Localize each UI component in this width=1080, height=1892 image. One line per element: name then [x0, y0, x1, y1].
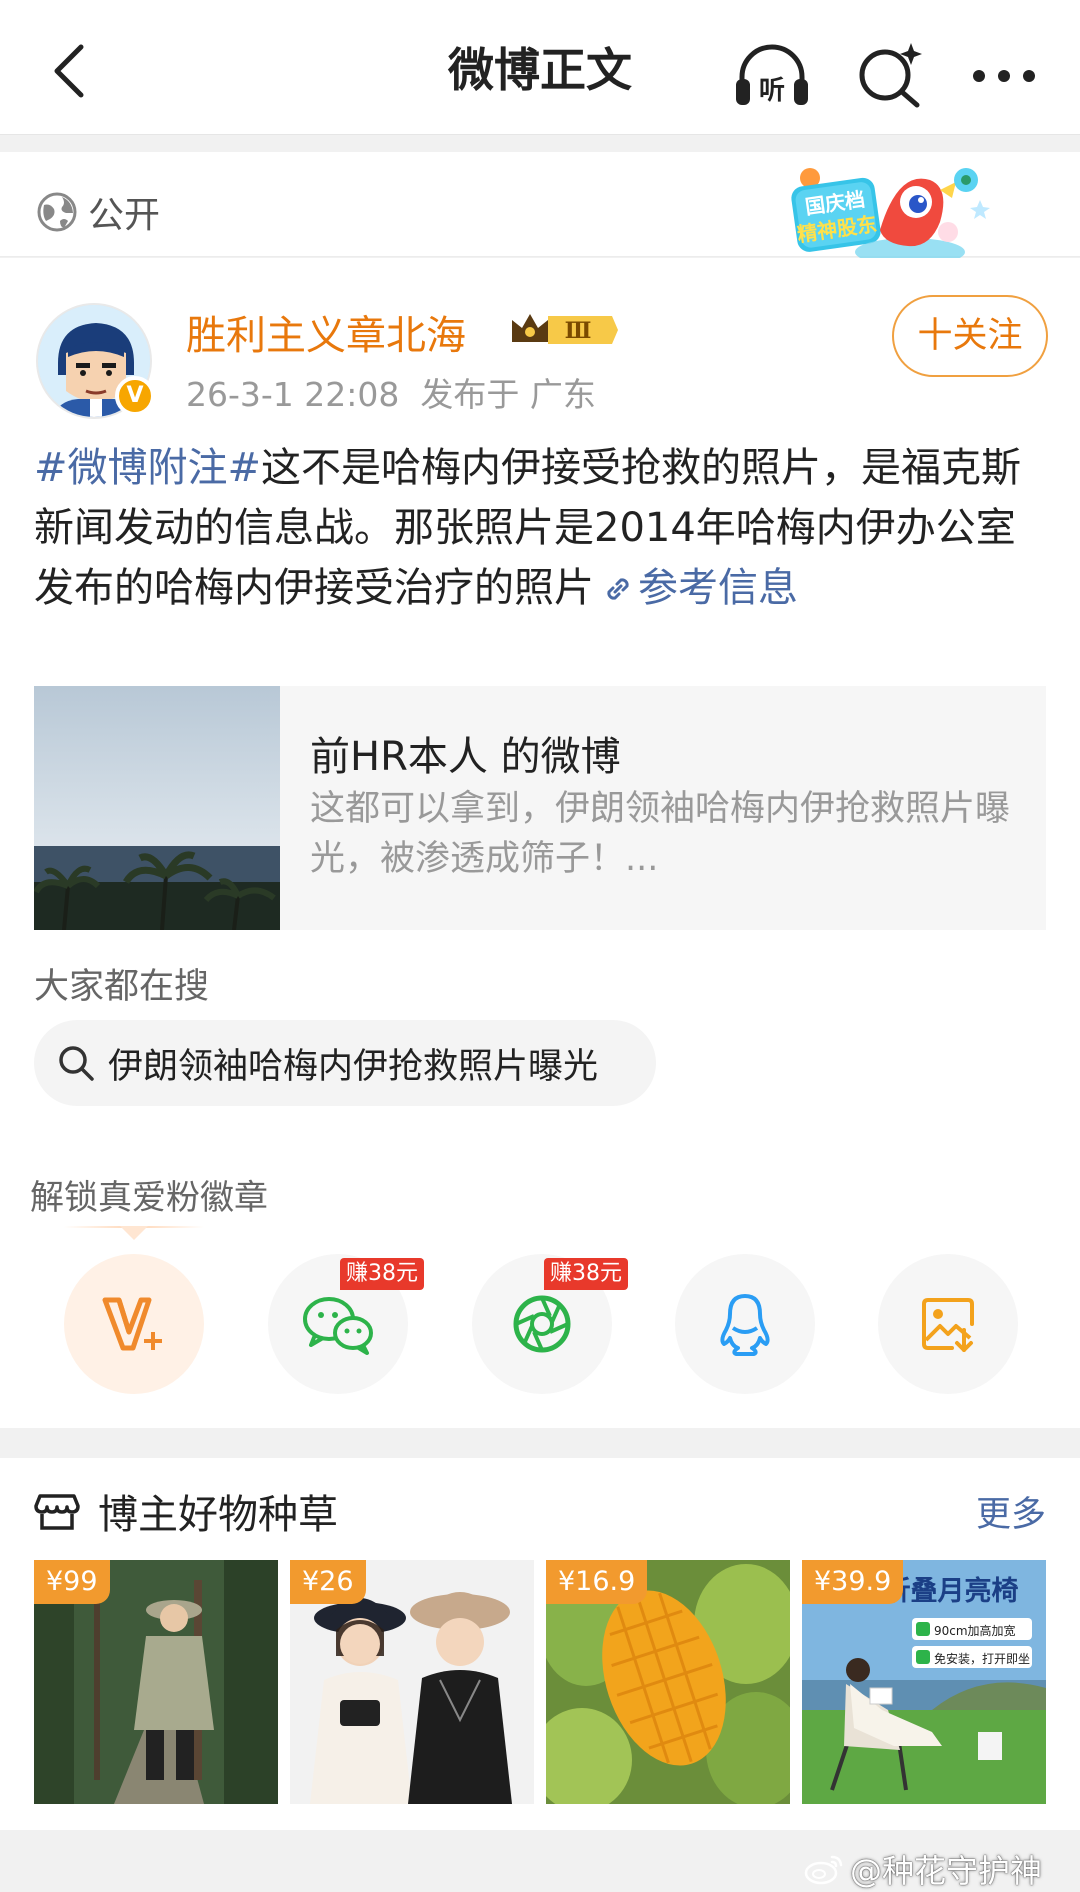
post-location: 发布于 广东	[420, 375, 596, 414]
save-image-icon	[922, 1298, 974, 1352]
share-vplus-button[interactable]	[64, 1254, 204, 1394]
trending-search-heading: 大家都在搜	[34, 967, 210, 1007]
globe-icon	[37, 192, 77, 232]
product-card[interactable]: ¥26	[290, 1560, 534, 1804]
product-price: ¥39.9	[802, 1560, 904, 1604]
level-number: Ⅲ	[565, 318, 592, 344]
topic-hashtag[interactable]: #微博附注#	[34, 445, 261, 491]
goods-section-icon	[34, 1486, 80, 1532]
wechat-icon	[303, 1297, 373, 1355]
search-button[interactable]	[848, 34, 932, 118]
promo-mascot-icon: 国庆档 精神股东	[791, 168, 990, 266]
reference-link[interactable]: 参考信息	[594, 565, 798, 611]
goods-section-title: 博主好物种草	[98, 1492, 338, 1538]
moments-shutter-icon	[513, 1295, 571, 1353]
more-dots-icon	[973, 70, 1035, 82]
goods-more-link[interactable]: 更多	[976, 1486, 1046, 1537]
more-button[interactable]	[962, 34, 1046, 118]
shop-awning-icon	[34, 1494, 80, 1530]
product-card[interactable]: ¥16.9	[546, 1560, 790, 1804]
vplus-icon	[102, 1297, 162, 1351]
search-icon	[59, 1046, 94, 1081]
crown-level-icon: Ⅲ	[512, 314, 618, 344]
member-level-badge[interactable]: Ⅲ	[508, 308, 620, 352]
watermark: @种花守护神	[804, 1846, 1042, 1892]
post-meta: 26-3-1 22:08 发布于 广东	[186, 368, 596, 416]
product-card[interactable]: ¥99	[34, 1560, 278, 1804]
visibility-bar: 公开 国庆档 精神股东	[0, 152, 1080, 266]
quoted-description: 这都可以拿到，伊朗领袖哈梅内伊抢救照片曝光，被渗透成筛子！...	[310, 789, 1011, 879]
visibility-label: 公开	[88, 195, 161, 236]
product-tag-2: 免安装，打开即坐	[934, 1651, 1030, 1666]
headphones-listen-icon: 听	[736, 44, 808, 106]
author-name[interactable]: 胜利主义章北海	[186, 303, 466, 361]
share-qq-button[interactable]	[675, 1254, 815, 1394]
product-price: ¥16.9	[546, 1560, 648, 1604]
quoted-thumbnail	[34, 686, 280, 930]
sea-palm-image	[34, 686, 280, 930]
quoted-title: 前HR本人 的微博	[310, 734, 621, 780]
follow-button[interactable]: 十关注	[892, 295, 1048, 377]
reference-link-label: 参考信息	[638, 565, 798, 611]
search-sparkle-icon	[859, 43, 922, 108]
watermark-text: @种花守护神	[849, 1852, 1042, 1890]
weibo-logo-icon	[804, 1855, 843, 1885]
post-card: V 胜利主义章北海 Ⅲ 26-3-1 22:08 发布于 广东 十关注 #微博附…	[0, 258, 1080, 1428]
trending-search-pill[interactable]: 伊朗领袖哈梅内伊抢救照片曝光	[34, 1020, 656, 1106]
chevron-left-icon	[54, 44, 84, 98]
link-icon	[607, 578, 629, 600]
back-button[interactable]	[34, 36, 104, 106]
product-price: ¥99	[34, 1560, 110, 1604]
post-body: #微博附注#这不是哈梅内伊接受抢救的照片，是福克斯新闻发动的信息战。那张照片是2…	[34, 438, 1044, 618]
recommended-goods-section: 博主好物种草 更多 ¥99 ¥26 ¥16.9 超音折叠月亮椅 90cm加高加宽…	[0, 1458, 1080, 1830]
svg-text:听: 听	[759, 76, 785, 106]
page: 微博正文 听 公开 国庆档 精神股东 V 胜利主义章北海 Ⅲ 26-3-1 22…	[0, 0, 1080, 1892]
top-navigation-bar: 微博正文 听	[0, 0, 1080, 135]
earn-tag-moments: 赚38元	[544, 1258, 628, 1290]
visibility-indicator: 公开	[36, 186, 160, 238]
earn-tag-wechat: 赚38元	[340, 1258, 424, 1290]
product-tag-1: 90cm加高加宽	[934, 1623, 1016, 1638]
fan-badge-pointer	[120, 1226, 148, 1240]
product-card[interactable]: 超音折叠月亮椅 90cm加高加宽 免安装，打开即坐 ¥39.9	[802, 1560, 1046, 1804]
verified-badge: V	[115, 376, 155, 416]
fan-badge-heading: 解锁真爱粉徽章	[30, 1178, 268, 1218]
product-price: ¥26	[290, 1560, 366, 1604]
listen-button[interactable]: 听	[730, 34, 814, 118]
save-image-button[interactable]	[878, 1254, 1018, 1394]
promo-banner[interactable]: 国庆档 精神股东	[780, 160, 1010, 272]
trending-search-query: 伊朗领袖哈梅内伊抢救照片曝光	[108, 1046, 599, 1087]
post-time: 26-3-1 22:08	[186, 375, 400, 414]
qq-penguin-icon	[720, 1294, 770, 1356]
quoted-weibo-card[interactable]: 前HR本人 的微博 这都可以拿到，伊朗领袖哈梅内伊抢救照片曝光，被渗透成筛子！.…	[34, 686, 1046, 930]
